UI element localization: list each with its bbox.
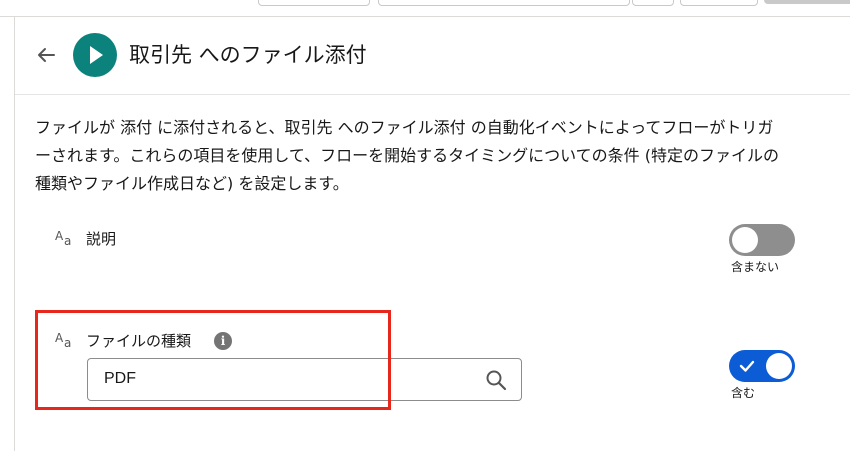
description-toggle-label: 含まない [731,260,780,274]
toggle-knob [732,227,758,253]
highlight-box [35,310,391,410]
toolbar-control[interactable] [764,0,850,4]
text-type-icon: A a [55,229,71,247]
toolbar-control[interactable] [258,0,370,6]
svg-text:A: A [55,229,64,243]
search-icon[interactable] [485,369,507,391]
checkmark-icon [739,360,755,372]
toggle-knob [766,353,792,379]
toolbar-control[interactable] [632,0,674,6]
toolbar-control[interactable] [680,0,758,6]
page-title: 取引先 へのファイル添付 [129,43,367,67]
top-toolbar [0,0,850,17]
play-icon [73,33,117,77]
description-include-toggle[interactable] [729,224,795,256]
svg-text:a: a [64,234,71,247]
file-type-include-toggle[interactable] [729,350,795,382]
back-arrow-icon[interactable] [35,44,57,66]
description-text: ファイルが 添付 に添付されると、取引先 へのファイル添付 の自動化イベントによ… [35,118,779,193]
description-field-label: 説明 [86,230,117,248]
toolbar-control[interactable] [378,0,630,6]
file-type-toggle-label: 含む [731,386,756,400]
